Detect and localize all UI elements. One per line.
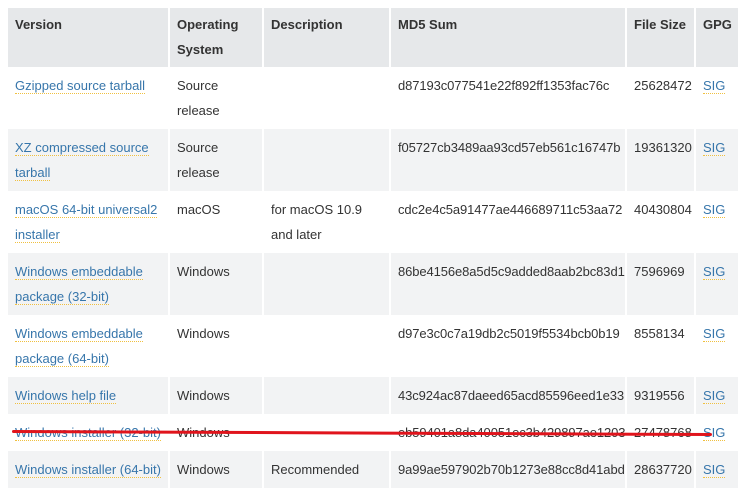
download-link[interactable]: Windows installer (64-bit) bbox=[15, 462, 161, 478]
header-md5-sum: MD5 Sum bbox=[390, 8, 627, 67]
gpg-cell: SIG bbox=[695, 191, 739, 253]
description-cell bbox=[263, 67, 391, 129]
size-cell: 19361320 bbox=[626, 129, 696, 191]
download-link[interactable]: Gzipped source tarball bbox=[15, 78, 146, 94]
gpg-cell: SIG bbox=[695, 129, 739, 191]
sig-link[interactable]: SIG bbox=[703, 78, 726, 94]
md5-cell: d97e3c0c7a19db2c5019f5534bcb0b19 bbox=[390, 315, 627, 377]
os-cell: Source release bbox=[169, 129, 264, 191]
version-cell: Windows embeddable package (64-bit) bbox=[8, 315, 170, 377]
header-file-size: File Size bbox=[626, 8, 696, 67]
md5-cell: 43c924ac87daeed65acd85596eed1e33 bbox=[390, 377, 627, 414]
version-cell: macOS 64-bit universal2 installer bbox=[8, 191, 170, 253]
size-cell: 9319556 bbox=[626, 377, 696, 414]
description-cell: for macOS 10.9 and later bbox=[263, 191, 391, 253]
table-row: Windows embeddable package (32-bit) Wind… bbox=[8, 253, 739, 315]
table-row: XZ compressed source tarball Source rele… bbox=[8, 129, 739, 191]
header-operating-system: Operating System bbox=[169, 8, 264, 67]
sig-link[interactable]: SIG bbox=[703, 264, 726, 280]
os-cell: macOS bbox=[169, 191, 264, 253]
os-cell: Windows bbox=[169, 315, 264, 377]
size-cell: 40430804 bbox=[626, 191, 696, 253]
gpg-cell: SIG bbox=[695, 377, 739, 414]
download-link[interactable]: Windows help file bbox=[15, 388, 117, 404]
table-row: Gzipped source tarball Source release d8… bbox=[8, 67, 739, 129]
download-link[interactable]: XZ compressed source tarball bbox=[15, 140, 149, 181]
header-gpg: GPG bbox=[695, 8, 739, 67]
size-cell: 25628472 bbox=[626, 67, 696, 129]
version-cell: XZ compressed source tarball bbox=[8, 129, 170, 191]
table-row: macOS 64-bit universal2 installer macOS … bbox=[8, 191, 739, 253]
sig-link[interactable]: SIG bbox=[703, 202, 726, 218]
description-cell bbox=[263, 377, 391, 414]
description-cell bbox=[263, 129, 391, 191]
os-cell: Windows bbox=[169, 377, 264, 414]
sig-link[interactable]: SIG bbox=[703, 462, 726, 478]
sig-link[interactable]: SIG bbox=[703, 140, 726, 156]
sig-link[interactable]: SIG bbox=[703, 326, 726, 342]
downloads-table: Version Operating System Description MD5… bbox=[8, 8, 739, 488]
table-row: Windows help file Windows 43c924ac87daee… bbox=[8, 377, 739, 414]
header-description: Description bbox=[263, 8, 391, 67]
table-header-row: Version Operating System Description MD5… bbox=[8, 8, 739, 67]
description-cell bbox=[263, 315, 391, 377]
sig-link[interactable]: SIG bbox=[703, 388, 726, 404]
download-link[interactable]: macOS 64-bit universal2 installer bbox=[15, 202, 158, 243]
downloads-table-wrapper: Version Operating System Description MD5… bbox=[8, 8, 739, 488]
download-link[interactable]: Windows embeddable package (64-bit) bbox=[15, 326, 143, 367]
md5-cell: d87193c077541e22f892ff1353fac76c bbox=[390, 67, 627, 129]
version-cell: Windows embeddable package (32-bit) bbox=[8, 253, 170, 315]
version-cell: Gzipped source tarball bbox=[8, 67, 170, 129]
gpg-cell: SIG bbox=[695, 67, 739, 129]
md5-cell: cdc2e4c5a91477ae446689711c53aa72 bbox=[390, 191, 627, 253]
table-row: Windows embeddable package (64-bit) Wind… bbox=[8, 315, 739, 377]
os-cell: Source release bbox=[169, 67, 264, 129]
gpg-cell: SIG bbox=[695, 315, 739, 377]
md5-cell: 86be4156e8a5d5c9added8aab2bc83d1 bbox=[390, 253, 627, 315]
md5-cell: f05727cb3489aa93cd57eb561c16747b bbox=[390, 129, 627, 191]
description-cell bbox=[263, 253, 391, 315]
os-cell: Windows bbox=[169, 253, 264, 315]
size-cell: 8558134 bbox=[626, 315, 696, 377]
download-link[interactable]: Windows embeddable package (32-bit) bbox=[15, 264, 143, 305]
gpg-cell: SIG bbox=[695, 253, 739, 315]
version-cell: Windows help file bbox=[8, 377, 170, 414]
size-cell: 7596969 bbox=[626, 253, 696, 315]
header-version: Version bbox=[8, 8, 170, 67]
